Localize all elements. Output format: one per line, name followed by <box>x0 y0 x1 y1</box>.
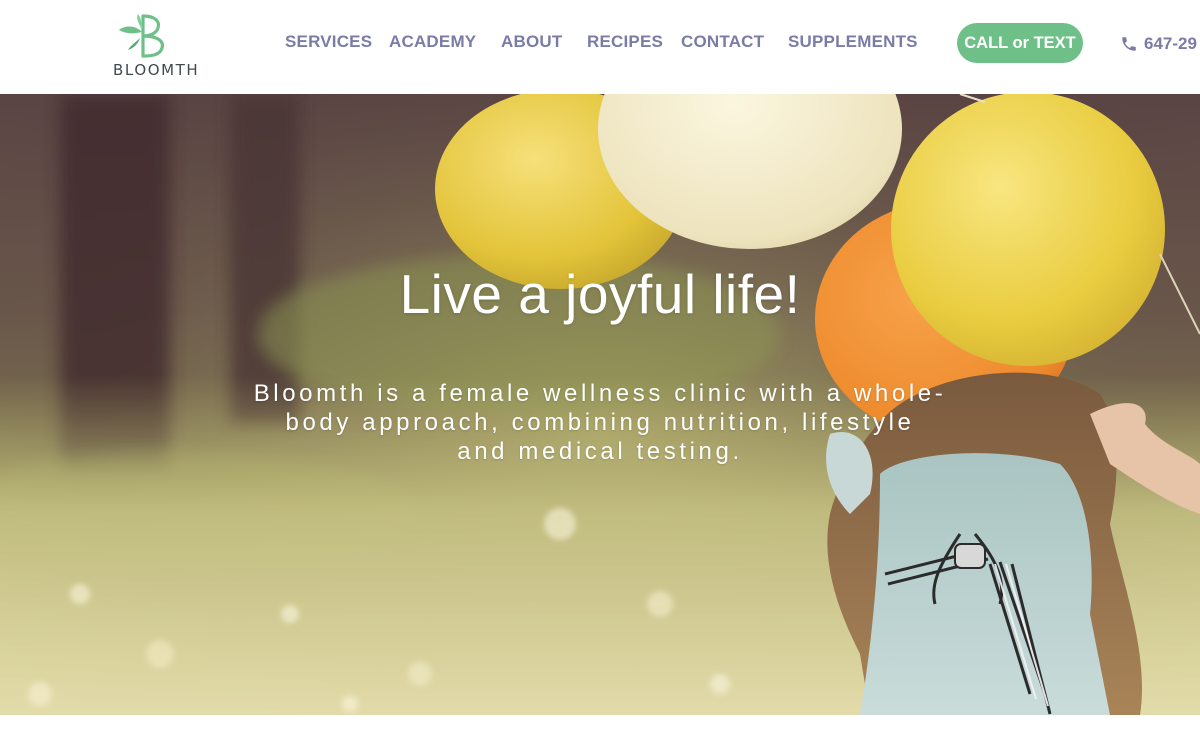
phone-link[interactable]: 647-29 <box>1120 32 1200 56</box>
bloomth-logo[interactable]: BLOOMTH <box>110 12 200 80</box>
nav-item-supplements[interactable]: SUPPLEMENTS <box>788 32 918 52</box>
nav-item-academy[interactable]: ACADEMY <box>389 32 476 52</box>
call-or-text-button[interactable]: CALL or TEXT <box>957 23 1083 63</box>
site-header: BLOOMTH SERVICES ACADEMY ABOUT RECIPES C… <box>0 0 1200 94</box>
b-leaf-logo-icon <box>119 14 165 58</box>
hero-section: Live a joyful life! Bloomth is a female … <box>0 94 1200 715</box>
nav-item-contact[interactable]: CONTACT <box>681 32 764 52</box>
nav-item-services[interactable]: SERVICES <box>285 32 372 52</box>
section-divider <box>0 715 1200 750</box>
brand-name: BLOOMTH <box>113 61 200 79</box>
nav-item-recipes[interactable]: RECIPES <box>587 32 663 52</box>
phone-icon <box>1122 37 1136 51</box>
hero-subtitle-line: Bloomth is a female wellness clinic with… <box>253 380 947 407</box>
hero-title: Live a joyful life! <box>399 263 801 325</box>
hero-subtitle-line: and medical testing. <box>457 438 743 465</box>
hero-subtitle-line: body approach, combining nutrition, life… <box>285 409 915 436</box>
nav-item-about[interactable]: ABOUT <box>501 32 562 52</box>
phone-number: 647-29 <box>1144 34 1197 53</box>
hero-subtitle: Bloomth is a female wellness clinic with… <box>220 379 980 466</box>
